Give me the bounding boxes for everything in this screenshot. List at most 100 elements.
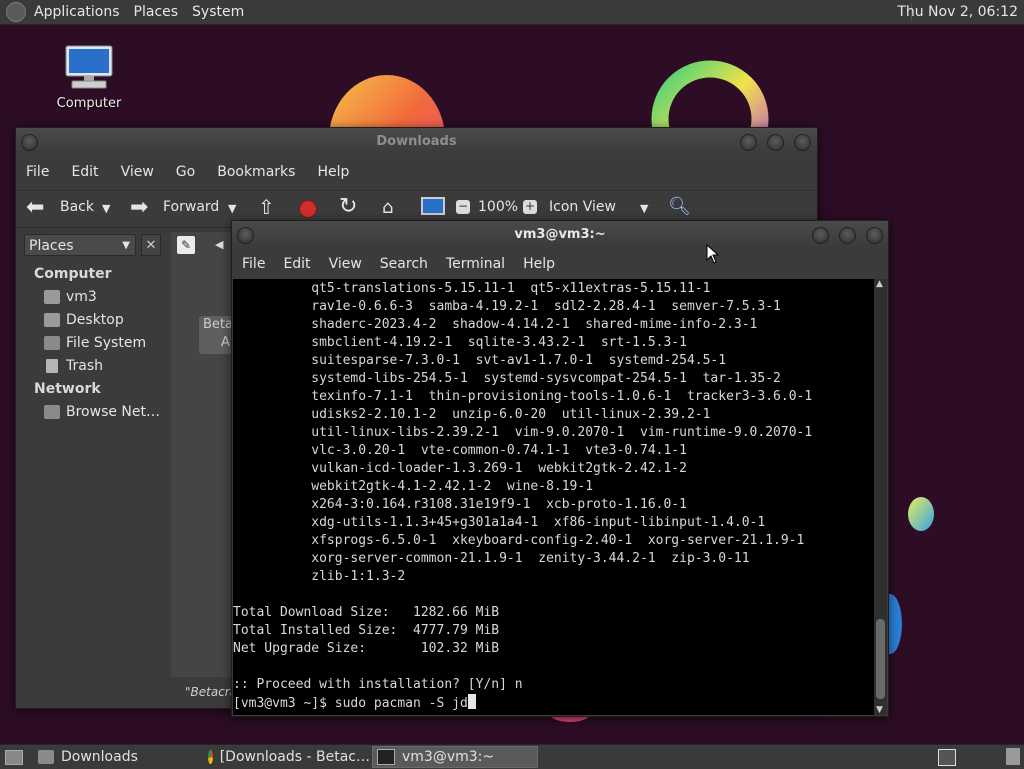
home-icon[interactable]: ⌂ xyxy=(382,197,393,218)
terminal-line: Total Download Size: 1282.66 MiB xyxy=(233,605,500,620)
sidebar-item-label: File System xyxy=(66,335,147,351)
terminal-line: vulkan-icd-loader-1.3.269-1 webkit2gtk-2… xyxy=(233,461,687,476)
terminal-line: xdg-utils-1.1.3+45+g301a1a4-1 xf86-input… xyxy=(233,515,766,530)
scroll-down-icon[interactable]: ▼ xyxy=(876,705,883,715)
menu-edit[interactable]: Edit xyxy=(71,164,98,180)
terminal-line: shaderc-2023.4-2 shadow-4.14.2-1 shared-… xyxy=(233,317,758,332)
file-manager-titlebar[interactable]: Downloads xyxy=(16,128,817,156)
menu-bookmarks[interactable]: Bookmarks xyxy=(217,164,295,180)
computer-icon[interactable] xyxy=(421,197,445,215)
menu-view[interactable]: View xyxy=(329,256,362,272)
scroll-up-icon[interactable]: ▲ xyxy=(876,279,883,289)
sidebar-item-label: Browse Net… xyxy=(66,404,161,420)
stop-icon[interactable] xyxy=(299,200,317,218)
path-left-arrow-icon[interactable]: ◀ xyxy=(215,238,223,251)
terminal-window: vm3@vm3:~ File Edit View Search Terminal… xyxy=(231,220,889,717)
menu-search[interactable]: Search xyxy=(380,256,428,272)
taskbar-item-browser[interactable]: [Downloads - Betac… xyxy=(202,746,370,768)
sidebar-heading-computer: Computer xyxy=(34,266,112,282)
desktop-icon-label: Computer xyxy=(56,96,122,111)
window-title: Downloads xyxy=(376,134,457,149)
view-mode-dropdown-icon[interactable]: ▼ xyxy=(640,202,648,215)
back-arrow-icon[interactable]: ⬅ xyxy=(26,195,44,220)
workspace-switcher-icon[interactable] xyxy=(938,749,956,766)
terminal-titlebar[interactable]: vm3@vm3:~ xyxy=(232,221,888,249)
up-arrow-icon[interactable]: ⇧ xyxy=(258,195,275,219)
close-button[interactable] xyxy=(866,227,883,244)
sidebar-item-label: Trash xyxy=(66,358,103,374)
sidebar-item-trash[interactable]: Trash xyxy=(44,358,103,374)
search-icon[interactable]: 🔍︎ xyxy=(668,196,691,217)
mouse-pointer-icon xyxy=(706,243,720,268)
minimize-button[interactable] xyxy=(740,134,757,151)
sidebar-heading-network: Network xyxy=(34,381,101,397)
reload-icon[interactable]: ↻ xyxy=(339,194,357,219)
forward-button[interactable]: Forward xyxy=(163,199,219,215)
window-title: vm3@vm3:~ xyxy=(514,227,606,242)
maximize-button[interactable] xyxy=(839,227,856,244)
menu-help[interactable]: Help xyxy=(523,256,555,272)
folder-icon xyxy=(38,750,54,764)
menu-file[interactable]: File xyxy=(26,164,49,180)
terminal-scrollbar[interactable]: ▲ ▼ xyxy=(874,279,887,715)
window-menu-button[interactable] xyxy=(21,134,38,151)
taskbar-item-label: [Downloads - Betac… xyxy=(219,749,370,765)
menu-file[interactable]: File xyxy=(242,256,265,272)
terminal-line: :: Proceed with installation? [Y/n] n xyxy=(233,677,523,692)
forward-history-dropdown-icon[interactable]: ▼ xyxy=(228,202,236,215)
minimize-button[interactable] xyxy=(812,227,829,244)
zoom-level[interactable]: 100% xyxy=(478,199,518,215)
terminal-prompt-line: [vm3@vm3 ~]$ sudo pacman -S jd xyxy=(233,694,476,712)
back-history-dropdown-icon[interactable]: ▼ xyxy=(102,202,110,215)
sidebar-item-browse-network[interactable]: Browse Net… xyxy=(44,404,160,420)
applications-menu[interactable]: Applications xyxy=(34,4,120,20)
show-desktop-icon[interactable] xyxy=(5,750,23,765)
terminal-line: vlc-3.0.20-1 vte-common-0.74.1-1 vte3-0.… xyxy=(233,443,687,458)
terminal-menubar: File Edit View Search Terminal Help xyxy=(232,251,888,277)
terminal-line: systemd-libs-254.5-1 systemd-sysvcompat-… xyxy=(233,371,781,386)
places-sidebar: Places ▼ ✕ Computer vm3 Desktop File Syst… xyxy=(20,232,162,702)
chrome-icon xyxy=(208,750,213,764)
taskbar-item-downloads[interactable]: Downloads xyxy=(32,746,200,768)
text-cursor xyxy=(467,694,476,709)
trash-applet-icon[interactable] xyxy=(1006,748,1020,765)
bottom-panel: Downloads [Downloads - Betac… vm3@vm3:~ xyxy=(0,744,1024,769)
window-menu-button[interactable] xyxy=(237,227,254,244)
view-mode-select[interactable]: Icon View xyxy=(549,199,616,215)
scrollbar-thumb[interactable] xyxy=(876,619,885,699)
close-icon[interactable]: ✕ xyxy=(141,234,161,256)
terminal-line: xfsprogs-6.5.0-1 xkeyboard-config-2.40-1… xyxy=(233,533,805,548)
zoom-in-icon[interactable]: + xyxy=(523,200,537,214)
terminal-output[interactable]: qt5-translations-5.15.11-1 qt5-x11extras… xyxy=(233,279,874,715)
close-button[interactable] xyxy=(794,134,811,151)
menu-go[interactable]: Go xyxy=(176,164,195,180)
system-menu[interactable]: System xyxy=(192,4,244,20)
back-button[interactable]: Back xyxy=(60,199,94,215)
maximize-button[interactable] xyxy=(767,134,784,151)
clock[interactable]: Thu Nov 2, 06:12 xyxy=(897,4,1018,20)
taskbar-item-terminal[interactable]: vm3@vm3:~ xyxy=(372,746,538,768)
forward-arrow-icon[interactable]: ➡ xyxy=(130,195,148,220)
menu-terminal[interactable]: Terminal xyxy=(446,256,505,272)
sidebar-item-vm3[interactable]: vm3 xyxy=(44,289,97,305)
desktop-folder-icon xyxy=(44,313,60,327)
sidebar-item-desktop[interactable]: Desktop xyxy=(44,312,124,328)
places-menu[interactable]: Places xyxy=(134,4,179,20)
terminal-line: webkit2gtk-4.1-2.42.1-2 wine-8.19-1 xyxy=(233,479,594,494)
menu-edit[interactable]: Edit xyxy=(283,256,310,272)
taskbar-item-label: Downloads xyxy=(61,749,138,765)
desktop-icon-computer[interactable]: Computer xyxy=(50,44,128,111)
zoom-out-icon[interactable]: − xyxy=(456,200,470,214)
sidebar-item-label: vm3 xyxy=(66,289,97,305)
terminal-line: rav1e-0.6.6-3 samba-4.19.2-1 sdl2-2.28.4… xyxy=(233,299,781,314)
sidebar-selector[interactable]: Places ▼ xyxy=(24,234,136,256)
menu-help[interactable]: Help xyxy=(317,164,349,180)
distro-logo-icon[interactable] xyxy=(6,2,26,22)
edit-location-icon[interactable]: ✎ xyxy=(177,236,195,254)
sidebar-selector-label: Places xyxy=(29,238,74,254)
taskbar-item-label: vm3@vm3:~ xyxy=(402,749,495,765)
terminal-line: smbclient-4.19.2-1 sqlite-3.43.2-1 srt-1… xyxy=(233,335,687,350)
menu-view[interactable]: View xyxy=(121,164,154,180)
terminal-icon xyxy=(377,749,395,765)
sidebar-item-file-system[interactable]: File System xyxy=(44,335,146,351)
